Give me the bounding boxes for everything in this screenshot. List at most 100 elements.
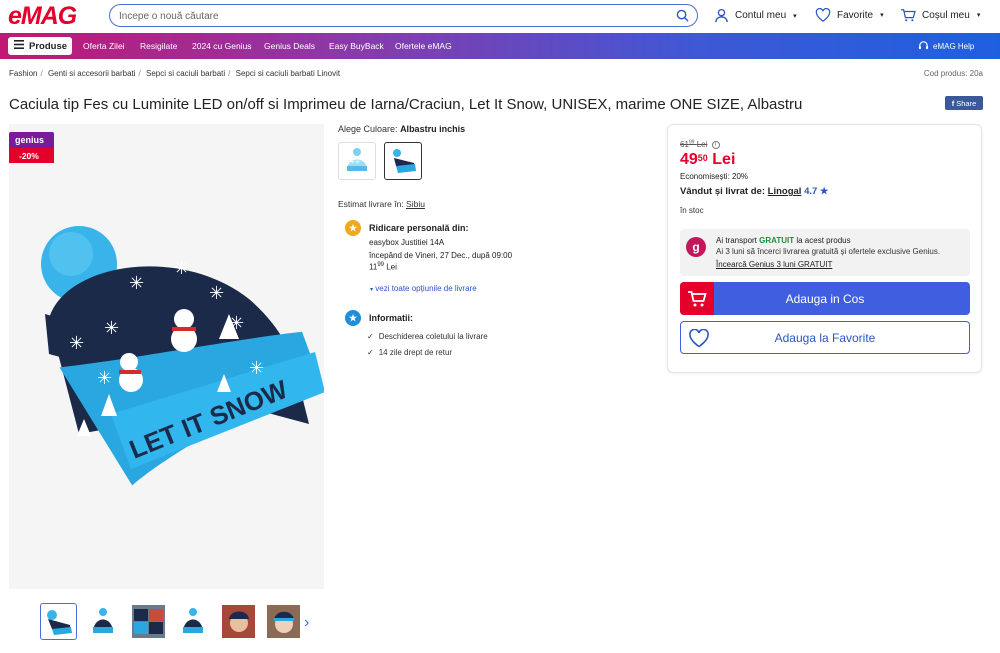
- thumbnail-1[interactable]: [40, 603, 77, 640]
- thumbnail-6[interactable]: [265, 603, 302, 640]
- info-item: 14 zile drept de retur: [367, 348, 452, 357]
- headset-icon: [918, 40, 929, 53]
- pickup-place: easybox Justitiei 14A: [369, 238, 445, 247]
- color-swatches: ✳✳: [338, 142, 422, 180]
- breadcrumb-item[interactable]: Genti si accesorii barbati: [48, 69, 136, 78]
- delivery-city-link[interactable]: Sibiu: [406, 199, 425, 209]
- old-price-currency: Lei: [696, 139, 708, 149]
- genius-badge-label: genius: [9, 132, 54, 148]
- old-price-int: 61: [680, 139, 689, 149]
- account-link[interactable]: Contul meu ▾: [714, 8, 797, 23]
- cart-link[interactable]: Coșul meu ▾: [900, 8, 980, 22]
- search-icon[interactable]: [676, 9, 689, 25]
- chevron-down-icon: ▾: [976, 12, 981, 19]
- svg-text:✳: ✳: [69, 333, 84, 354]
- add-to-favorites-label: Adauga la Favorite: [774, 330, 876, 345]
- svg-text:✳: ✳: [129, 273, 144, 294]
- info-icon[interactable]: i: [711, 140, 720, 149]
- caret-down-icon: ▾: [370, 287, 374, 293]
- breadcrumb-item[interactable]: Sepci si caciuli barbati Linovit: [236, 69, 341, 78]
- genius-promo-line2: Ai 3 luni să încerci livrarea gratuită ș…: [716, 247, 941, 256]
- svg-text:✳✳: ✳✳: [350, 159, 360, 166]
- nav-item-oferta-zilei[interactable]: Oferta Zilei: [83, 41, 125, 51]
- heart-icon: [688, 328, 710, 351]
- more-delivery-options-label: vezi toate opțiunile de livrare: [375, 284, 477, 293]
- price-dec: 50: [697, 153, 708, 163]
- products-menu-button[interactable]: Produse: [8, 37, 72, 55]
- genius-logo-icon: g: [686, 237, 706, 257]
- savings-text: Economisești: 20%: [680, 172, 749, 181]
- product-main-image[interactable]: ✳ ✳ ✳ ✳ ✳ ✳ ✳ ✳ LET IT SNOW: [9, 124, 324, 589]
- delivery-estimate-label: Estimat livrare în:: [338, 199, 404, 209]
- help-link[interactable]: eMAG Help: [918, 40, 974, 53]
- color-selector-label: Alege Culoare: Albastru inchis: [338, 124, 658, 134]
- nav-bar: Produse Oferta Zilei Resigilate 2024 cu …: [0, 33, 1000, 59]
- heart-icon: [815, 8, 831, 22]
- add-to-favorites-button[interactable]: Adauga la Favorite: [680, 321, 970, 354]
- genius-discount-badge: genius -20%: [9, 132, 54, 164]
- info-item: Deschiderea coletului la livrare: [367, 332, 488, 341]
- stock-status: în stoc: [680, 206, 704, 215]
- nav-item-ofertele-emag[interactable]: Ofertele eMAG: [395, 41, 452, 51]
- account-label: Contul meu: [735, 10, 787, 21]
- thumbnail-4[interactable]: [175, 603, 212, 640]
- favorites-label: Favorite: [837, 9, 874, 21]
- buy-box: 6199 Lei i 4950 Lei Economisești: 20% Vâ…: [667, 124, 982, 373]
- chevron-down-icon: ▾: [880, 12, 884, 19]
- search-input[interactable]: [119, 8, 659, 24]
- products-menu-label: Produse: [29, 40, 68, 52]
- discount-badge: -20%: [9, 148, 54, 163]
- nav-item-2024-genius[interactable]: 2024 cu Genius: [192, 41, 252, 51]
- seller-label: Vândut și livrat de:: [680, 186, 765, 197]
- color-swatch-light-blue[interactable]: ✳✳: [338, 142, 376, 180]
- svg-text:✳: ✳: [104, 318, 119, 339]
- nav-item-easy-buyback[interactable]: Easy BuyBack: [329, 41, 384, 51]
- thumbnail-2[interactable]: [85, 603, 122, 640]
- breadcrumb-item[interactable]: Sepci si caciuli barbati: [146, 69, 225, 78]
- top-header: eMAG Contul meu ▾ Favorite ▾ Coșul meu ▾: [0, 0, 1000, 32]
- genius-promo-pre: Ai transport: [716, 236, 757, 245]
- nav-item-resigilate[interactable]: Resigilate: [140, 41, 177, 51]
- seller-name-link[interactable]: Linogal: [768, 186, 802, 197]
- price-currency: Lei: [712, 151, 736, 168]
- star-badge-icon: ★: [345, 310, 361, 326]
- old-price: 6199 Lei i: [680, 139, 720, 149]
- pickup-price-dec: 99: [377, 262, 384, 268]
- color-selected-value: Albastru inchis: [400, 124, 466, 134]
- share-button[interactable]: f Share: [945, 96, 983, 110]
- seller-info: Vândut și livrat de: Linogal 4.7 ★: [680, 186, 828, 197]
- price-int: 49: [680, 151, 698, 168]
- delivery-estimate: Estimat livrare în: Sibiu: [338, 199, 425, 209]
- help-label: eMAG Help: [933, 42, 975, 51]
- svg-text:✳: ✳: [97, 368, 112, 389]
- favorites-link[interactable]: Favorite ▾: [815, 8, 884, 22]
- options-column: Alege Culoare: Albastru inchis ✳✳ Estima…: [338, 124, 658, 357]
- chevron-right-icon[interactable]: ›: [304, 614, 309, 632]
- info-title: Informatii:: [369, 313, 413, 323]
- svg-text:✳: ✳: [249, 358, 264, 379]
- pickup-price: 1199 Lei: [369, 262, 397, 272]
- cart-icon: [900, 8, 916, 22]
- add-to-cart-button[interactable]: Adauga in Cos: [680, 282, 970, 315]
- breadcrumb-item[interactable]: Fashion: [9, 69, 37, 78]
- genius-promo-post: la acest produs: [796, 236, 851, 245]
- thumbnail-5[interactable]: [220, 603, 257, 640]
- thumbnail-3[interactable]: [130, 603, 167, 640]
- svg-text:✳: ✳: [174, 258, 189, 279]
- emag-logo[interactable]: eMAG: [8, 2, 77, 31]
- chevron-down-icon: ▾: [793, 12, 797, 20]
- genius-trial-link[interactable]: Încearcă Genius 3 luni GRATUIT: [716, 260, 832, 269]
- page-title: Caciula tip Fes cu Luminite LED on/off s…: [9, 96, 803, 113]
- add-to-cart-label: Adauga in Cos: [785, 291, 865, 306]
- seller-rating[interactable]: 4.7 ★: [804, 186, 828, 197]
- star-icon: ★: [819, 186, 829, 197]
- pickup-date: începând de Vineri, 27 Dec., după 09:00: [369, 251, 513, 260]
- color-swatch-dark-blue[interactable]: [384, 142, 422, 180]
- thumbnail-strip: [40, 603, 302, 640]
- nav-item-genius-deals[interactable]: Genius Deals: [264, 41, 315, 51]
- genius-promo-free: GRATUIT: [759, 236, 795, 245]
- old-price-dec: 99: [688, 139, 695, 145]
- more-delivery-options-link[interactable]: ▾ vezi toate opțiunile de livrare: [370, 284, 477, 293]
- search-bar: [109, 4, 698, 27]
- genius-promo-line1: Ai transport GRATUIT la acest produs: [716, 236, 851, 245]
